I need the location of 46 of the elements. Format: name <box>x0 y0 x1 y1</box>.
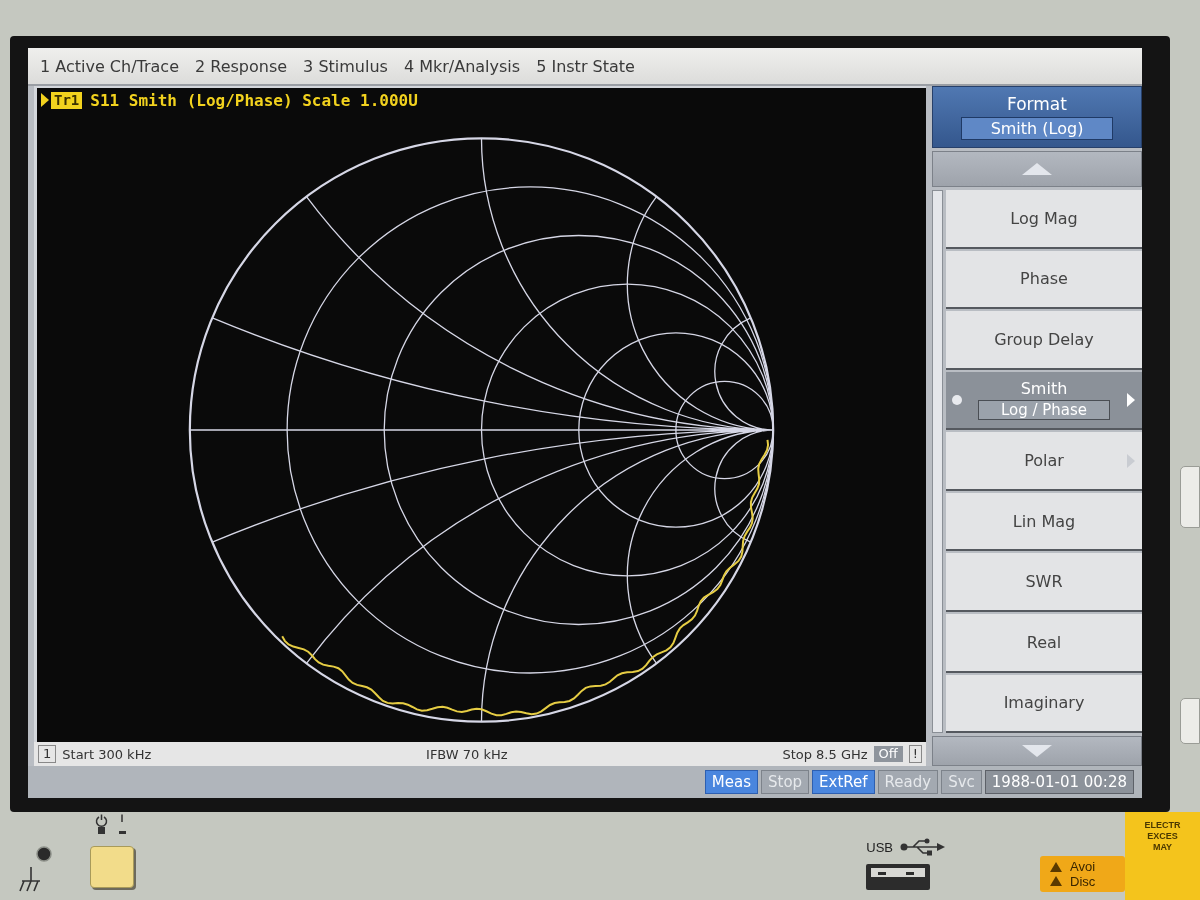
softkey[interactable]: SWR <box>946 553 1142 612</box>
start-frequency: Start 300 kHz <box>62 746 152 762</box>
softkey[interactable]: Lin Mag <box>946 492 1142 552</box>
menu-item[interactable]: 3 Stimulus <box>295 52 396 80</box>
status-indicator: ExtRef <box>812 770 875 794</box>
indicator-dot-icon <box>952 394 962 405</box>
caution-text: Avoi Disc <box>1070 859 1096 889</box>
channel-number: 1 <box>38 745 57 763</box>
warning-triangle-icon <box>1050 862 1062 872</box>
softkey[interactable]: Real <box>946 613 1142 673</box>
usb-icon <box>899 838 945 856</box>
current-format-value: Smith (Log) <box>961 117 1113 140</box>
scroll-up-button[interactable] <box>932 151 1142 187</box>
status-indicator: Stop <box>761 770 810 794</box>
usb-label: USB <box>866 839 893 855</box>
off-indicator: Off <box>873 746 903 762</box>
socket-icon <box>36 846 52 862</box>
status-indicator: Ready <box>877 770 939 794</box>
panel-key[interactable] <box>1180 698 1200 744</box>
caret-up-icon <box>1022 163 1052 175</box>
panel-key[interactable] <box>1180 466 1200 528</box>
softkey[interactable]: Imaginary <box>946 674 1142 734</box>
menu-title: Format <box>1007 94 1067 114</box>
usb-port-icon <box>866 864 931 890</box>
ifbw-setting: IFBW 70 kHz <box>425 746 509 762</box>
alert-flag: ! <box>908 745 922 763</box>
warning-triangle-icon <box>1050 876 1062 886</box>
status-indicator: Meas <box>704 770 758 794</box>
menu-item[interactable]: 4 Mkr/Analysis <box>395 52 529 80</box>
softkey[interactable]: Phase <box>946 250 1142 310</box>
power-button[interactable] <box>90 846 134 888</box>
scroll-down-button[interactable] <box>932 736 1142 766</box>
caret-down-icon <box>1022 745 1052 757</box>
status-indicator: Svc <box>941 770 982 794</box>
softkey[interactable]: Log Mag <box>946 190 1142 249</box>
menu-item[interactable]: 5 Instr State <box>528 52 643 80</box>
clock-display: 1988-01-01 00:28 <box>984 770 1134 794</box>
menu-item[interactable]: 1 Active Ch/Trace <box>32 52 187 80</box>
trace-tag: Tr1 <box>51 91 83 109</box>
stop-frequency: Stop 8.5 GHz <box>782 746 868 762</box>
warning-text: ELECTR EXCES MAY <box>1144 820 1181 854</box>
softkey-value: Log / Phase <box>978 400 1110 421</box>
menu-item[interactable]: 2 Response <box>187 52 296 80</box>
softkey[interactable]: Group Delay <box>946 311 1142 370</box>
softkey[interactable]: Polar <box>946 432 1142 491</box>
trace-title: S11 Smith (Log/Phase) Scale 1.000U <box>90 90 418 110</box>
